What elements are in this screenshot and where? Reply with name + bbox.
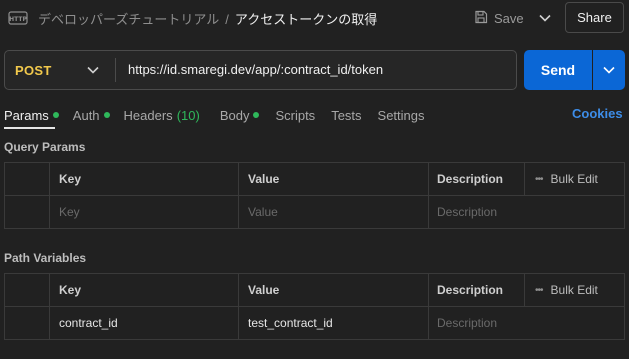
send-options-chevron-down-icon[interactable] [593,50,625,90]
query-params-key-header: Key [50,163,239,196]
tab-tests-label: Tests [331,107,362,123]
save-icon [474,10,488,27]
http-request-icon: HTTP [8,8,28,28]
path-variables-description-header: Description [429,274,525,307]
query-params-title: Query Params [4,140,86,154]
path-variables-value-header: Value [239,274,429,307]
tab-auth-indicator [103,112,110,118]
url-divider [115,58,116,82]
query-param-description-input[interactable]: Description [429,196,624,228]
method-chevron-down-icon[interactable] [87,62,101,78]
more-horizontal-icon: ••• [535,284,543,296]
path-variables-title: Path Variables [4,251,87,265]
path-variables-checkbox-header [5,274,50,307]
query-param-value-input[interactable]: Value [239,196,429,228]
breadcrumb: デベロッパーズチュートリアル / アクセストークンの取得 [38,9,377,28]
save-options-chevron-down-icon[interactable] [537,9,553,27]
more-horizontal-icon: ••• [535,173,543,185]
cookies-link[interactable]: Cookies [572,106,623,121]
header-bar: HTTP デベロッパーズチュートリアル / アクセストークンの取得 Save Sha… [0,0,629,38]
share-button[interactable]: Share [565,2,624,33]
tab-body-indicator [253,112,260,118]
request-tabs: Params Auth Headers (10) Body Scripts Tes… [4,105,425,125]
bulk-edit-label: Bulk Edit [550,172,598,186]
path-variables-table: Key Value Description ••• Bulk Edit cont… [4,273,625,340]
breadcrumb-separator: / [225,12,229,27]
tab-params[interactable]: Params [4,105,59,125]
request-url-bar: POST https://id.smaregi.dev/app/:contrac… [4,50,517,90]
tab-settings[interactable]: Settings [378,105,425,125]
tab-tests[interactable]: Tests [331,105,361,125]
tab-params-indicator [52,112,59,118]
method-label: POST [15,62,52,78]
breadcrumb-collection[interactable]: デベロッパーズチュートリアル [38,12,219,27]
tab-body[interactable]: Body [220,105,260,125]
save-button[interactable]: Save [474,7,524,29]
tab-body-label: Body [219,107,250,123]
query-params-bulk-edit-button[interactable]: ••• Bulk Edit [525,163,624,196]
tab-auth-label: Auth [72,107,100,123]
path-variable-key: contract_id [50,307,239,339]
save-label: Save [494,10,524,26]
tab-scripts-label: Scripts [275,107,316,123]
tab-headers[interactable]: Headers (10) [124,105,200,125]
tab-scripts[interactable]: Scripts [275,105,315,125]
query-params-description-header: Description [429,163,525,196]
path-variables-bulk-edit-button[interactable]: ••• Bulk Edit [525,274,624,307]
tab-params-label: Params [4,107,49,123]
tab-auth[interactable]: Auth [73,105,110,125]
svg-text:HTTP: HTTP [9,16,27,23]
path-variables-key-header: Key [50,274,239,307]
bulk-edit-label: Bulk Edit [550,283,598,297]
path-variable-description-input[interactable]: Description [429,307,624,339]
send-button[interactable]: Send [524,50,592,90]
tab-headers-label: Headers [123,107,173,123]
tab-headers-count: (10) [176,107,200,123]
url-input[interactable]: https://id.smaregi.dev/app/:contract_id/… [128,62,383,77]
query-param-key-input[interactable]: Key [50,196,239,228]
breadcrumb-request-name[interactable]: アクセストークンの取得 [235,12,377,27]
query-params-table: Key Value Description ••• Bulk Edit Key … [4,162,625,229]
query-params-checkbox-header [5,163,50,196]
path-variable-row-spacer [5,307,50,339]
query-params-row-checkbox[interactable] [5,196,50,228]
path-variable-value-input[interactable]: test_contract_id [239,307,429,339]
query-params-value-header: Value [239,163,429,196]
active-tab-underline [4,127,55,129]
tab-settings-label: Settings [377,107,425,123]
